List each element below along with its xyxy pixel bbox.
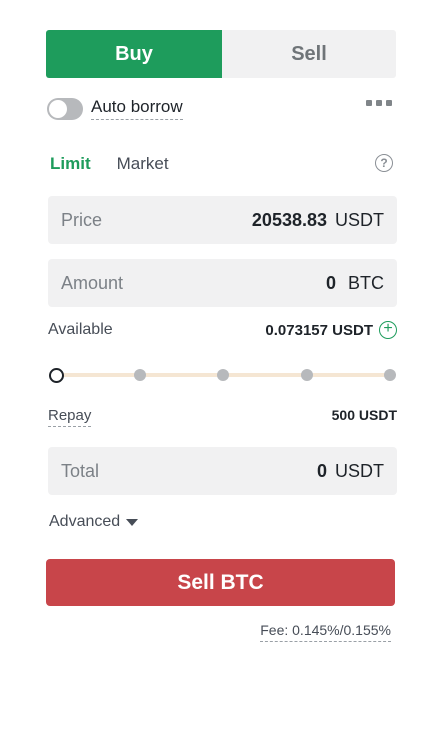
- repay-label-text: Repay: [48, 406, 92, 427]
- advanced-dropdown[interactable]: Advanced: [49, 513, 139, 531]
- advanced-label: Advanced: [49, 513, 121, 530]
- available-label: Available: [48, 321, 113, 338]
- price-value[interactable]: 20538.83: [252, 210, 327, 231]
- more-dot: [386, 100, 392, 106]
- amount-unit: BTC: [348, 272, 384, 293]
- total-label: Total: [61, 460, 100, 481]
- caret-down-icon: [126, 518, 139, 526]
- auto-borrow-toggle[interactable]: [47, 97, 83, 120]
- available-row: Available 0.073157 USDT +: [48, 319, 397, 341]
- total-value[interactable]: 0: [317, 461, 327, 482]
- buy-sell-tabs: Buy Sell: [46, 30, 396, 78]
- repay-row: Repay 500 USDT: [48, 404, 397, 427]
- sell-btc-button[interactable]: Sell BTC: [46, 559, 395, 606]
- slider-step-dot[interactable]: [217, 369, 229, 381]
- repay-value: 500 USDT: [331, 407, 397, 423]
- more-dot: [366, 100, 372, 106]
- more-dot: [376, 100, 382, 106]
- slider-step-dot[interactable]: [133, 369, 146, 381]
- fee-info[interactable]: Fee: 0.145%/0.155%: [260, 622, 391, 642]
- repay-label[interactable]: Repay: [48, 406, 332, 427]
- price-field[interactable]: Price 20538.83 USDT: [48, 196, 397, 244]
- tab-market[interactable]: Market: [117, 154, 169, 174]
- question-circle-icon[interactable]: ?: [375, 154, 393, 172]
- slider-handle[interactable]: [48, 368, 64, 383]
- available-value: 0.073157 USDT: [265, 321, 373, 339]
- amount-label: Amount: [61, 272, 124, 293]
- tab-buy[interactable]: Buy: [46, 30, 222, 78]
- tab-limit[interactable]: Limit: [50, 154, 91, 174]
- add-funds-icon[interactable]: +: [379, 321, 397, 339]
- auto-borrow-label[interactable]: Auto borrow: [91, 97, 183, 120]
- price-unit: USDT: [335, 209, 384, 230]
- total-unit: USDT: [335, 460, 384, 481]
- auto-borrow-row: Auto borrow: [47, 97, 183, 120]
- price-label: Price: [61, 209, 103, 230]
- slider-step-dot[interactable]: [384, 369, 396, 381]
- amount-slider[interactable]: [48, 364, 397, 386]
- more-options-icon[interactable]: [366, 100, 392, 106]
- amount-value[interactable]: 0: [326, 273, 336, 294]
- total-field[interactable]: Total 0 USDT: [48, 447, 397, 495]
- toggle-knob: [49, 99, 67, 118]
- amount-field[interactable]: Amount 0 BTC: [48, 259, 397, 307]
- tab-sell[interactable]: Sell: [222, 30, 396, 78]
- slider-step-dot[interactable]: [300, 369, 313, 381]
- order-type-tabs: Limit Market ?: [50, 152, 396, 176]
